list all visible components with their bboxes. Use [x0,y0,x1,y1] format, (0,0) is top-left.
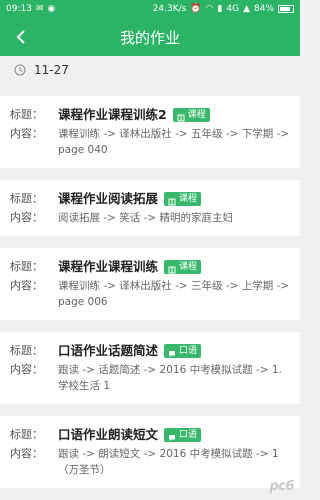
content-row: 内容： 跟读 -> 话题简述 -> 2016 中考模拟试题 -> 1.学校生活 … [10,362,290,394]
wifi-icon: ◠ [205,3,214,14]
app-notification-icon: ◉ [47,3,56,14]
homework-content: 跟读 -> 话题简述 -> 2016 中考模拟试题 -> 1.学校生活 1 [58,364,282,392]
homework-title: 口语作业话题简述 口语 [58,342,202,360]
title-label: 标题： [10,108,43,121]
homework-title-text: 课程作业课程训练2 [58,107,167,122]
content-label: 内容： [10,127,43,140]
title-bar: 我的作业 [0,18,300,56]
homework-item[interactable]: 标题： 口语作业话题简述 口语 内容： 跟读 -> 话题简述 -> 2016 中考… [0,332,300,404]
title-row: 标题： 课程作业课程训练2 课程 [10,106,290,124]
badge-label: 课程 [179,193,198,204]
title-row: 标题： 课程作业阅读拓展 课程 [10,190,290,208]
content-label: 内容： [10,279,43,292]
homework-title: 课程作业阅读拓展 课程 [58,190,202,208]
battery-percent: 84% [253,4,274,14]
clock-icon [14,64,26,76]
homework-title: 口语作业朗读短文 口语 [58,426,202,444]
homework-item[interactable]: 标题： 课程作业课程训练2 课程 内容： 课程训练 -> 译林出版社 -> 五年级… [0,96,300,168]
alarm-icon: ⏰ [190,3,202,14]
homework-item[interactable]: 标题： 口语作业朗读短文 口语 内容： 跟读 -> 朗读短文 -> 2016 中考… [0,416,300,488]
chat-bubble-icon [168,431,176,441]
homework-content: 跟读 -> 朗读短文 -> 2016 中考模拟试题 -> 1（万圣节） [58,448,279,476]
content-label: 内容： [10,447,43,460]
badge-label: 口语 [179,345,198,356]
watermark-logo: pc6 [269,479,294,494]
title-label: 标题： [10,192,43,205]
book-icon [177,111,185,121]
badge-label: 课程 [187,109,206,120]
chat-bubble-icon [168,347,176,357]
page-title: 我的作业 [119,28,180,47]
content-label: 内容： [10,363,43,376]
content-row: 内容： 跟读 -> 朗读短文 -> 2016 中考模拟试题 -> 1（万圣节） [10,446,290,478]
homework-content: 课程训练 -> 译林出版社 -> 五年级 -> 下学期 -> page 040 [58,128,290,156]
signal-icon: ▮ [217,3,223,14]
content-row: 内容： 课程训练 -> 译林出版社 -> 五年级 -> 下学期 -> page … [10,126,290,158]
homework-item[interactable]: 标题： 课程作业阅读拓展 课程 内容： 阅读拓展 -> 笑话 -> 精明的家庭主妇 [0,180,300,236]
category-badge: 口语 [164,343,202,358]
title-row: 标题： 口语作业朗读短文 口语 [10,426,290,444]
status-left: 09:13 ✉ ◉ [6,4,55,14]
category-badge: 课程 [164,191,202,206]
homework-content: 课程训练 -> 译林出版社 -> 三年级 -> 上学期 -> page 006 [58,280,290,308]
title-label: 标题： [10,260,43,273]
back-button[interactable] [8,18,34,56]
homework-title: 课程作业课程训练2 课程 [58,106,210,124]
homework-item[interactable]: 标题： 课程作业课程训练 课程 内容： 课程训练 -> 译林出版社 -> 三年级 … [0,248,300,320]
homework-title-text: 口语作业话题简述 [58,343,159,358]
title-label: 标题： [10,344,43,357]
network-type: 4G [226,4,240,14]
content-row: 内容： 课程训练 -> 译林出版社 -> 三年级 -> 上学期 -> page … [10,278,290,310]
homework-content: 阅读拓展 -> 笑话 -> 精明的家庭主妇 [58,212,234,224]
notification-icon: ✉ [35,3,44,14]
signal-strength-icon: ▲ [243,3,250,14]
title-row: 标题： 课程作业课程训练 课程 [10,258,290,276]
homework-title-text: 课程作业阅读拓展 [58,191,159,206]
category-badge: 课程 [172,107,210,122]
book-icon [168,195,176,205]
status-right: 24.3K/s ⏰ ◠ ▮ 4G ▲ 84% [153,4,294,14]
category-badge: 口语 [164,427,202,442]
homework-title-text: 口语作业朗读短文 [58,427,159,442]
badge-label: 口语 [179,429,198,440]
battery-icon [278,5,294,13]
content-row: 内容： 阅读拓展 -> 笑话 -> 精明的家庭主妇 [10,210,290,226]
chevron-left-icon [16,30,25,44]
title-row: 标题： 口语作业话题简述 口语 [10,342,290,360]
network-speed: 24.3K/s [152,4,187,14]
category-badge: 课程 [164,259,202,274]
badge-label: 课程 [179,261,198,272]
book-icon [168,263,176,273]
homework-title: 课程作业课程训练 课程 [58,258,202,276]
date-label: 11-27 [34,63,69,77]
homework-title-text: 课程作业课程训练 [58,259,159,274]
content-label: 内容： [10,211,43,224]
date-header: 11-27 [0,56,300,84]
status-time: 09:13 [6,4,32,14]
status-bar: 09:13 ✉ ◉ 24.3K/s ⏰ ◠ ▮ 4G ▲ 84% [0,0,300,18]
title-label: 标题： [10,428,43,441]
homework-list: 标题： 课程作业课程训练2 课程 内容： 课程训练 -> 译林出版社 -> 五年级… [0,84,300,488]
